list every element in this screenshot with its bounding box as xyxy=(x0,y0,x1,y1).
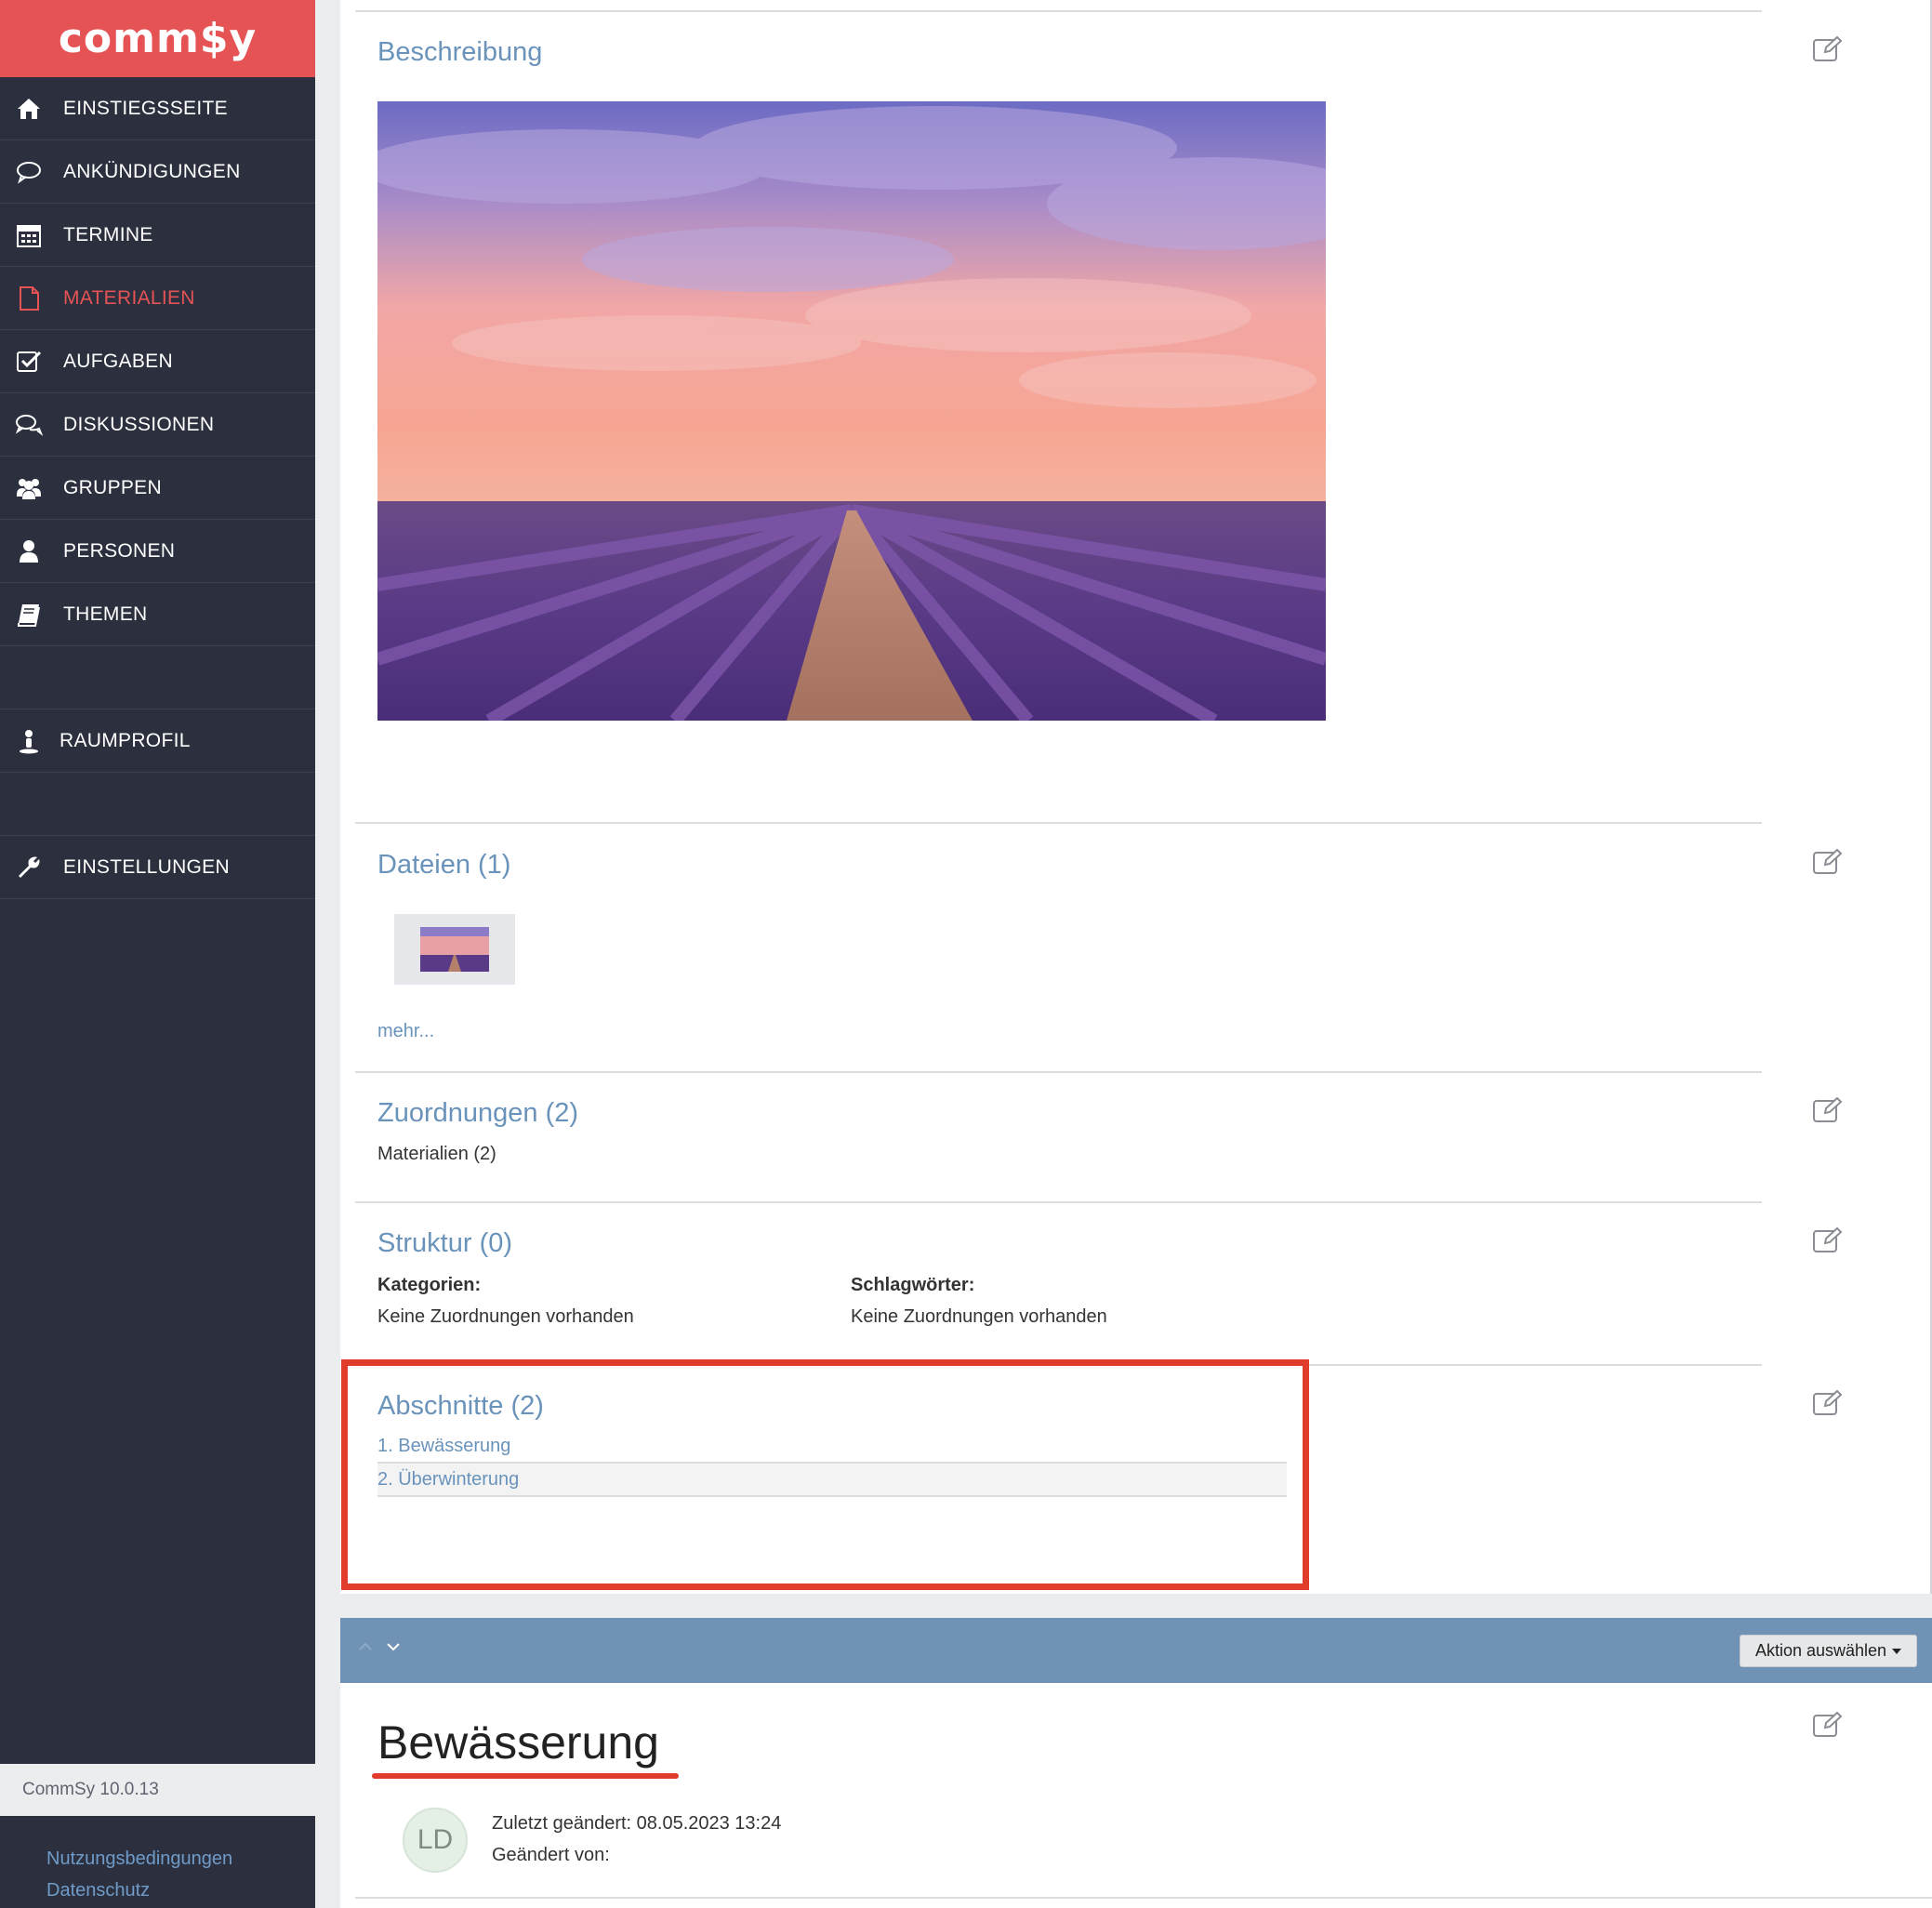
sidebar-item-materialien[interactable]: MATERIALIEN xyxy=(0,267,315,330)
sidebar-item-diskussionen[interactable]: DISKUSSIONEN xyxy=(0,393,315,457)
more-files-link[interactable]: mehr... xyxy=(377,1021,434,1042)
title-underline-annotation xyxy=(372,1773,679,1779)
chevron-down-icon[interactable] xyxy=(383,1636,404,1657)
version-label: CommSy 10.0.13 xyxy=(0,1764,315,1816)
home-icon xyxy=(15,95,43,123)
file-thumbnail[interactable] xyxy=(394,914,515,985)
sidebar-spacer xyxy=(0,773,315,836)
sidebar-item-aufgaben[interactable]: AUFGABEN xyxy=(0,330,315,393)
chevron-up-icon[interactable] xyxy=(355,1636,376,1657)
section-divider xyxy=(355,822,1762,824)
sidebar-item-label: EINSTIEGSSEITE xyxy=(63,97,228,119)
sidebar-item-label: RAUMPROFIL xyxy=(60,729,191,751)
edit-structure-icon[interactable] xyxy=(1812,1226,1844,1254)
privacy-link[interactable]: Datenschutz xyxy=(46,1875,232,1906)
file-preview-image xyxy=(420,927,489,972)
sections-list-title: Abschnitte (2) xyxy=(377,1391,544,1421)
caret-down-icon xyxy=(1892,1648,1902,1654)
book-icon xyxy=(15,601,43,629)
lavender-field-image xyxy=(377,101,1326,721)
sidebar-item-label: EINSTELLUNGEN xyxy=(63,855,230,878)
section-divider xyxy=(355,1364,1762,1366)
sidebar-item-label: DISKUSSIONEN xyxy=(63,413,215,435)
files-title: Dateien (1) xyxy=(377,850,511,880)
sidebar-item-einstellungen[interactable]: EINSTELLUNGEN xyxy=(0,836,315,899)
section-link-2[interactable]: 2. Überwinterung xyxy=(377,1464,1287,1497)
edit-description-icon[interactable] xyxy=(1812,35,1844,63)
wrench-icon xyxy=(15,854,43,881)
footer-links: Nutzungsbedingungen Datenschutz xyxy=(46,1843,232,1906)
edit-entry-icon[interactable] xyxy=(1812,1711,1844,1739)
speech-bubble-icon xyxy=(15,158,43,186)
sidebar-item-raumprofil[interactable]: RAUMPROFIL xyxy=(0,709,315,773)
section-divider xyxy=(355,1897,1932,1899)
modified-by: Geändert von: xyxy=(492,1845,610,1865)
sidebar-item-label: TERMINE xyxy=(63,223,153,245)
section-separator-band xyxy=(340,1594,1932,1618)
sidebar-spacer xyxy=(0,646,315,709)
edit-assignments-icon[interactable] xyxy=(1812,1096,1844,1124)
main-content: Beschreibung Dateien (1) mehr... Zuordnu… xyxy=(340,0,1932,1908)
modified-date: Zuletzt geändert: 08.05.2023 13:24 xyxy=(492,1813,782,1834)
sidebar-item-personen[interactable]: PERSONEN xyxy=(0,520,315,583)
comments-icon xyxy=(15,411,43,439)
assignments-text: Materialien (2) xyxy=(377,1144,496,1164)
app-window: comm$y EINSTIEGSSEITE ANKÜNDIGUNGEN TERM… xyxy=(0,0,1932,1908)
section-toolbar: Aktion auswählen xyxy=(340,1618,1932,1683)
description-title: Beschreibung xyxy=(377,37,543,67)
sidebar-item-gruppen[interactable]: GRUPPEN xyxy=(0,457,315,520)
tags-value: Keine Zuordnungen vorhanden xyxy=(851,1306,1107,1327)
action-select-button[interactable]: Aktion auswählen xyxy=(1740,1635,1917,1667)
structure-title: Struktur (0) xyxy=(377,1228,513,1258)
avatar: LD xyxy=(403,1808,468,1873)
sidebar-item-termine[interactable]: TERMINE xyxy=(0,204,315,267)
section-divider xyxy=(355,1201,1762,1203)
tags-label: Schlagwörter: xyxy=(851,1275,975,1295)
edit-sections-icon[interactable] xyxy=(1812,1389,1844,1417)
sidebar-item-label: AUFGABEN xyxy=(63,350,173,372)
checkbox-icon xyxy=(15,348,43,376)
section-link-1[interactable]: 1. Bewässerung xyxy=(377,1430,1287,1464)
sidebar-item-label: THEMEN xyxy=(63,603,148,625)
edit-files-icon[interactable] xyxy=(1812,848,1844,876)
sidebar-item-themen[interactable]: THEMEN xyxy=(0,583,315,646)
sidebar-item-label: PERSONEN xyxy=(63,539,176,562)
sidebar-item-ankuendigungen[interactable]: ANKÜNDIGUNGEN xyxy=(0,140,315,204)
terms-link[interactable]: Nutzungsbedingungen xyxy=(46,1843,232,1875)
action-button-label: Aktion auswählen xyxy=(1754,1641,1887,1660)
sidebar-item-label: GRUPPEN xyxy=(63,476,162,498)
commsy-logo[interactable]: comm$y xyxy=(0,0,315,77)
sidebar-item-label: ANKÜNDIGUNGEN xyxy=(63,160,241,182)
categories-value: Keine Zuordnungen vorhanden xyxy=(377,1306,634,1327)
assignments-title: Zuordnungen (2) xyxy=(377,1098,579,1128)
document-icon xyxy=(15,285,43,312)
calendar-icon xyxy=(15,221,43,249)
entry-title: Bewässerung xyxy=(377,1716,659,1769)
section-divider xyxy=(355,1071,1762,1073)
user-pin-icon xyxy=(15,727,43,755)
group-icon xyxy=(15,474,43,502)
person-icon xyxy=(15,537,43,565)
categories-label: Kategorien: xyxy=(377,1275,482,1295)
sidebar-item-label: MATERIALIEN xyxy=(63,286,195,309)
collapse-controls xyxy=(355,1636,404,1657)
sidebar: comm$y EINSTIEGSSEITE ANKÜNDIGUNGEN TERM… xyxy=(0,0,315,1908)
sidebar-item-einstiegsseite[interactable]: EINSTIEGSSEITE xyxy=(0,77,315,140)
section-divider xyxy=(355,10,1762,12)
